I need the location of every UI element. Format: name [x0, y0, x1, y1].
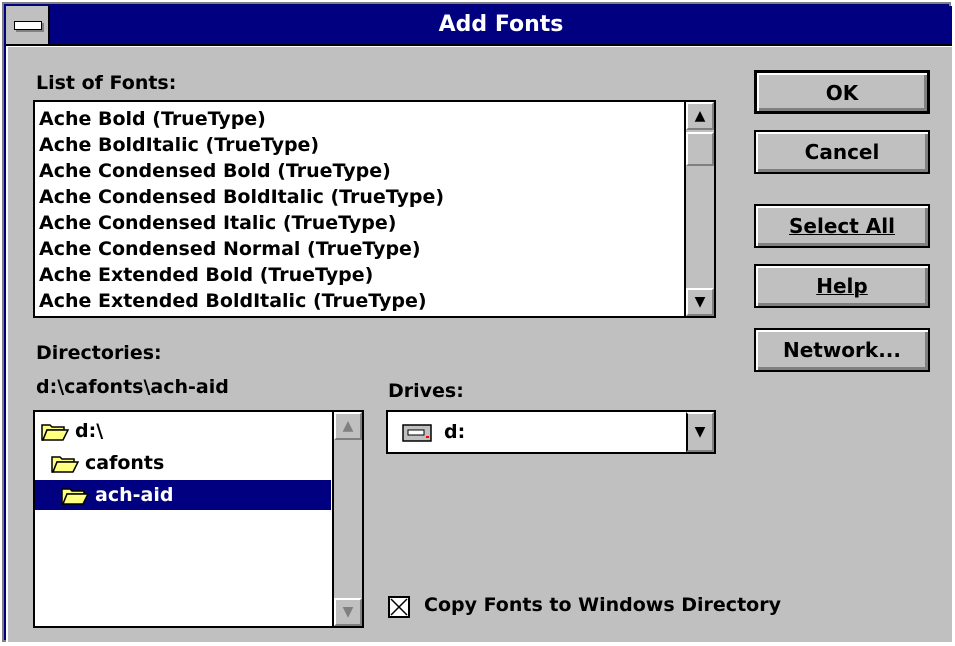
open-folder-icon: [61, 487, 89, 505]
directories-label: Directories:: [36, 342, 162, 364]
checkmark-icon: [390, 598, 408, 616]
fonts-listbox[interactable]: Ache Bold (TrueType) Ache BoldItalic (Tr…: [33, 100, 716, 318]
font-list-item[interactable]: Ache Extended Bold (TrueType): [35, 262, 684, 288]
font-list-item[interactable]: Ache Condensed Normal (TrueType): [35, 236, 684, 262]
directory-item-ach-aid[interactable]: ach-aid: [35, 480, 331, 510]
directories-scrollbar[interactable]: ▲ ▼: [332, 412, 362, 626]
directory-item-root[interactable]: d:\: [41, 416, 330, 446]
open-folder-icon: [41, 423, 69, 441]
scroll-thumb[interactable]: [686, 132, 714, 166]
window-title: Add Fonts: [438, 12, 564, 37]
up-arrow-icon[interactable]: ▲: [686, 102, 714, 130]
help-button[interactable]: Help: [754, 264, 930, 308]
copy-fonts-checkbox[interactable]: [388, 596, 410, 618]
select-all-button[interactable]: Select All: [754, 204, 930, 248]
fonts-label: List of Fonts:: [36, 72, 177, 94]
drives-dropdown[interactable]: d: ▼: [386, 410, 716, 454]
down-arrow-icon[interactable]: ▼: [334, 598, 362, 626]
drive-value: d:: [444, 421, 466, 443]
directory-item-cafonts[interactable]: cafonts: [51, 448, 330, 478]
copy-fonts-label: Copy Fonts to Windows Directory: [424, 594, 781, 616]
title-bar[interactable]: Add Fonts: [6, 6, 952, 46]
font-list-item[interactable]: Ache Condensed Italic (TrueType): [35, 210, 684, 236]
network-button[interactable]: Network...: [754, 328, 930, 372]
dropdown-arrow-icon[interactable]: ▼: [686, 412, 714, 452]
down-arrow-icon[interactable]: ▼: [686, 288, 714, 316]
drive-icon: [402, 424, 432, 442]
font-list-item[interactable]: Ache Condensed Bold (TrueType): [35, 158, 684, 184]
fonts-list: Ache Bold (TrueType) Ache BoldItalic (Tr…: [35, 106, 684, 314]
fonts-scrollbar[interactable]: ▲ ▼: [684, 102, 714, 316]
font-list-item[interactable]: Ache Extended BoldItalic (TrueType): [35, 288, 684, 314]
directories-listbox[interactable]: d:\ cafonts ach-aid ▲ ▼: [33, 410, 364, 628]
cancel-button[interactable]: Cancel: [754, 130, 930, 174]
open-folder-icon: [51, 455, 79, 473]
system-menu-button[interactable]: [6, 6, 50, 44]
up-arrow-icon[interactable]: ▲: [334, 412, 362, 440]
font-list-item[interactable]: Ache Bold (TrueType): [35, 106, 684, 132]
current-directory-path: d:\cafonts\ach-aid: [36, 376, 229, 398]
system-menu-icon: [14, 21, 42, 30]
font-list-item[interactable]: Ache Condensed BoldItalic (TrueType): [35, 184, 684, 210]
drives-label: Drives:: [388, 380, 464, 402]
ok-button[interactable]: OK: [754, 70, 930, 114]
font-list-item[interactable]: Ache BoldItalic (TrueType): [35, 132, 684, 158]
